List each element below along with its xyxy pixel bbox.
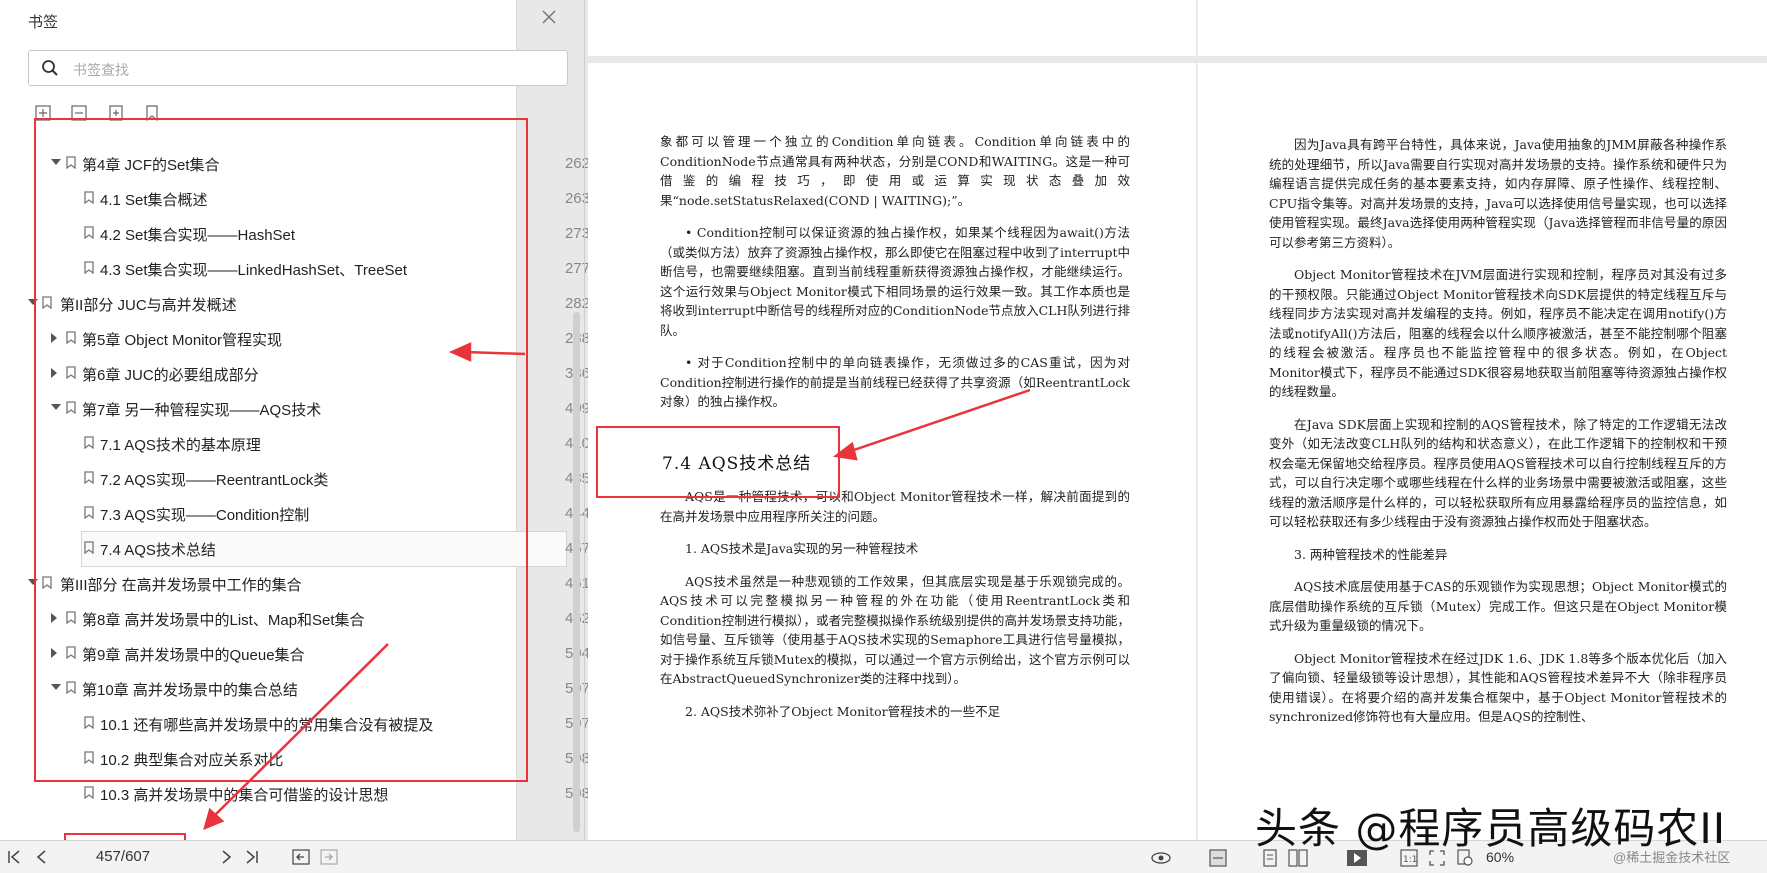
bookmark-page: 273 (564, 225, 590, 242)
paragraph: • Condition控制可以保证资源的独占操作权，如果某个线程因为await(… (660, 225, 1130, 338)
annotation-box-section (596, 426, 840, 498)
search-icon (41, 59, 59, 82)
bookmark-page: 277 (564, 260, 590, 277)
bookmark-page: 262 (564, 155, 590, 172)
paragraph: AQS技术虽然是一种悲观锁的工作效果，但其底层实现是基于乐观锁完成的。AQS技术… (660, 573, 1130, 687)
bookmark-label: 10.3 高并发场景中的集合可借鉴的设计思想 (100, 787, 389, 804)
first-page-icon[interactable] (6, 849, 22, 865)
paragraph: AQS技术底层使用基于CAS的乐观锁作为实现思想；Object Monitor模… (1269, 579, 1727, 633)
single-page-view-icon[interactable] (1208, 849, 1227, 867)
paragraph: • 对于Condition控制中的单向链表操作，无须做过多的CAS重试，因为对C… (660, 355, 1130, 409)
bookmark-page: 597 (530, 680, 590, 697)
subheading: 1. AQS技术是Java实现的另一种管程技术 (685, 541, 919, 556)
bookmark-page: 410 (530, 435, 590, 452)
annotation-box-bookmarks (34, 118, 528, 782)
subheading: 3. 两种管程技术的性能差异 (1294, 546, 1448, 562)
bookmark-panel-title: 书签 (28, 14, 59, 31)
bookmark-page: 504 (530, 645, 590, 662)
bookmark-page: 263 (564, 190, 590, 207)
bookmark-page: 462 (530, 610, 590, 627)
paragraph: 象都可以管理一个独立的Condition单向链表。Condition单向链表中的… (660, 134, 1130, 208)
bookmark-icon (84, 786, 94, 800)
paragraph: 因为Java具有跨平台特性，具体来说，Java使用抽象的JMM屏蔽各种操作系统的… (1269, 137, 1727, 250)
panel-divider[interactable] (584, 0, 585, 840)
paragraph: Object Monitor管程技术在经过JDK 1.6、JDK 1.8等多个版… (1269, 650, 1727, 725)
bookmark-page: 598 (530, 750, 590, 767)
paragraph: 在Java SDK层面上实现和控制的AQS管程技术，除了特定的工作逻辑无法改变外… (1269, 416, 1727, 530)
page-left-text-bottom: AQS是一种管程技术，可以和Object Monitor管程技术一样，解决前面提… (660, 487, 1130, 734)
previous-page-icon[interactable] (34, 849, 50, 865)
bookmark-page: 288 (530, 330, 590, 347)
paragraph: Object Monitor管程技术在JVM层面进行实现和控制，程序员对其没有过… (1269, 267, 1727, 399)
bookmark-page: 282 (564, 295, 590, 312)
page-right-text: 因为Java具有跨平台特性，具体来说，Java使用抽象的JMM屏蔽各种操作系统的… (1269, 135, 1727, 740)
previous-page-right (1198, 0, 1767, 56)
sidebar-scrollbar[interactable] (573, 312, 580, 832)
svg-text:1:1: 1:1 (1403, 855, 1417, 865)
bookmark-page: 435 (530, 470, 590, 487)
bookmark-page: 597 (530, 715, 590, 732)
bookmark-page: 409 (530, 400, 590, 417)
next-page-icon[interactable] (218, 849, 234, 865)
page-number-field[interactable]: 457/607 (64, 843, 182, 871)
bookmark-page: 461 (530, 575, 590, 592)
forward-icon[interactable] (320, 849, 338, 865)
search-placeholder: 书签查找 (73, 62, 129, 78)
subheading: 2. AQS技术弥补了Object Monitor管程技术的一些不足 (685, 703, 1001, 719)
bookmark-page: 457 (530, 540, 590, 557)
bookmark-page: 336 (530, 365, 590, 382)
bookmark-page: 598 (530, 785, 590, 802)
watermark-text-secondary: @稀土掘金技术社区 (1613, 850, 1731, 865)
page-left-text-top: 象都可以管理一个独立的Condition单向链表。Condition单向链表中的… (660, 132, 1130, 425)
last-page-icon[interactable] (244, 849, 260, 865)
bookmark-search-input[interactable]: 书签查找 (28, 50, 568, 86)
previous-page-left (588, 0, 1196, 56)
eye-protection-icon[interactable] (1150, 849, 1171, 865)
back-icon[interactable] (292, 849, 310, 865)
bookmark-page: 444 (530, 505, 590, 522)
close-icon[interactable] (542, 10, 556, 29)
